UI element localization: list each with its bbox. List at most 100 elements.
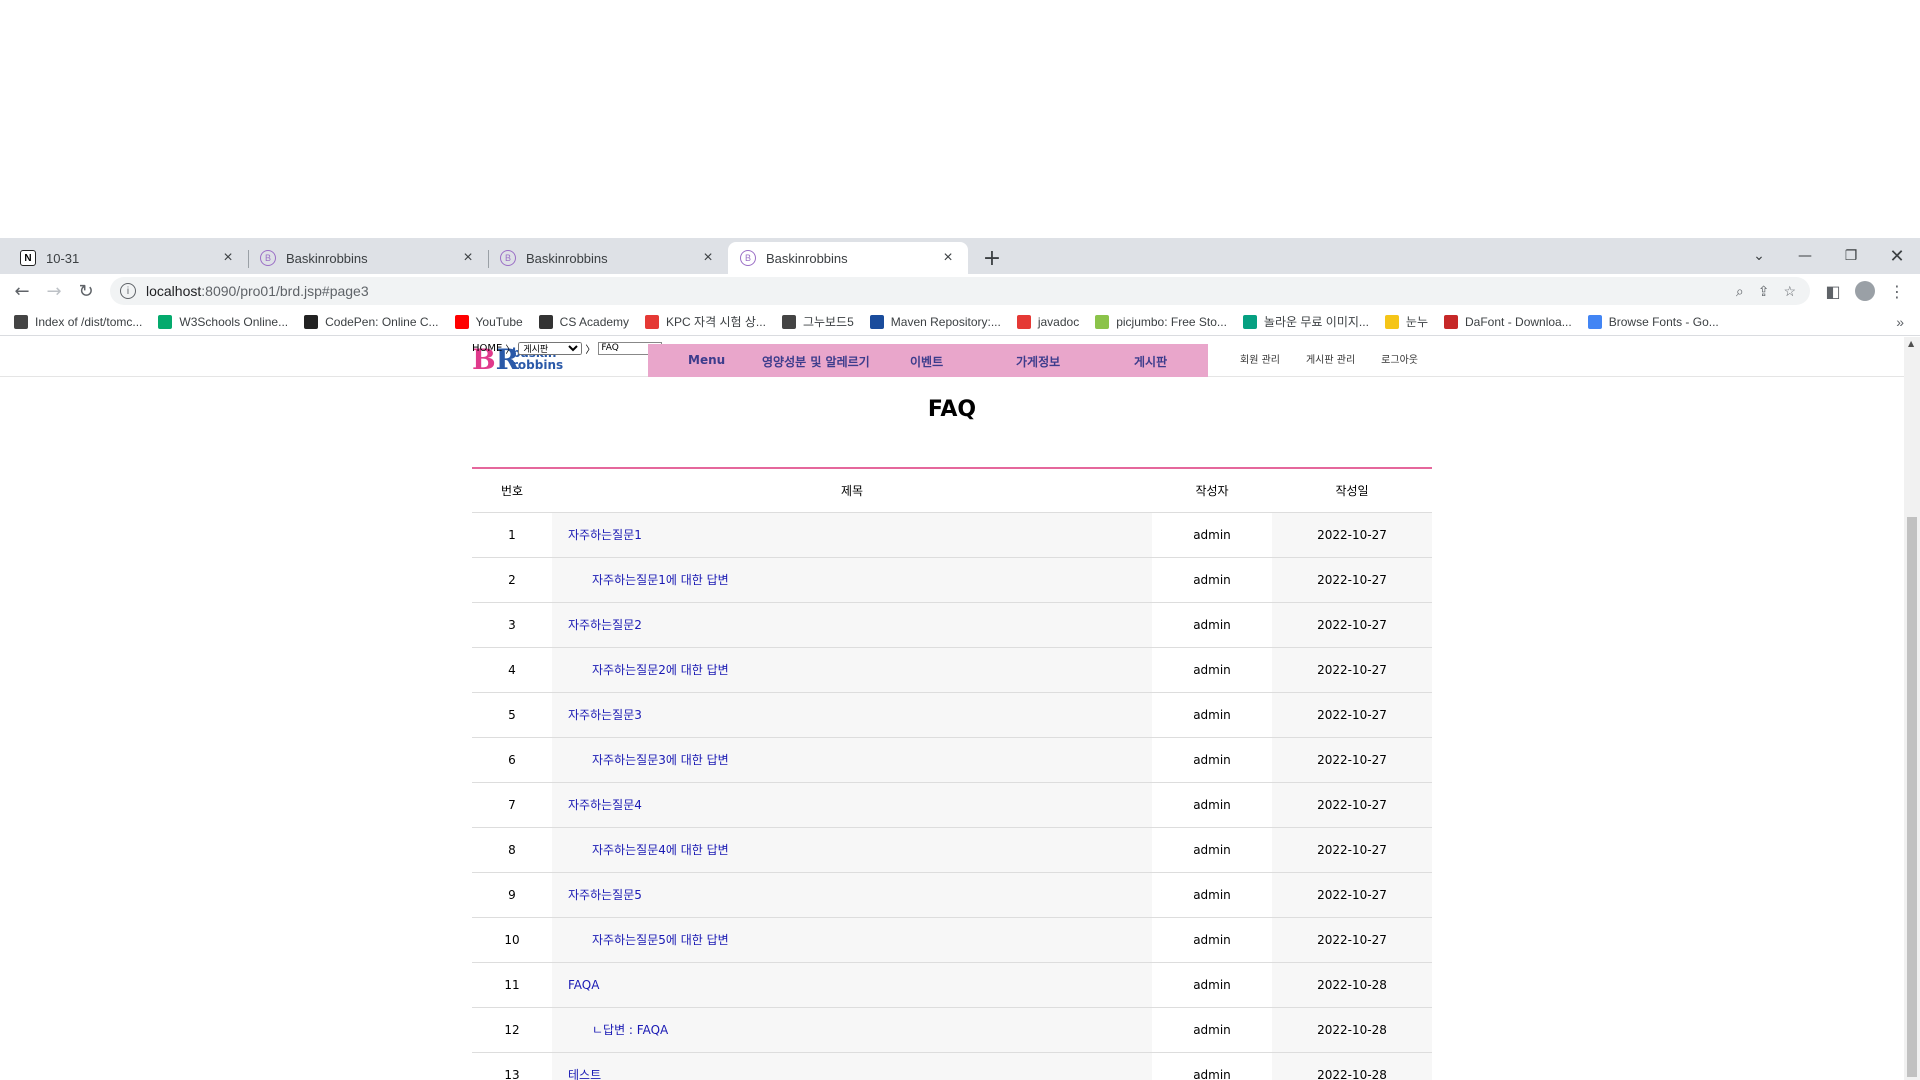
back-icon[interactable]: ← — [8, 278, 36, 304]
tab-3[interactable]: B Baskinrobbins × — [488, 242, 728, 274]
row-title-link[interactable]: 테스트 — [552, 1052, 1152, 1080]
close-icon[interactable]: × — [940, 249, 956, 267]
bookmark-item[interactable]: picjumbo: Free Sto... — [1095, 314, 1227, 329]
row-title-link[interactable]: 자주하는질문2 — [552, 602, 1152, 648]
nav-board[interactable]: 게시판 — [1134, 353, 1167, 370]
bookmark-item[interactable]: W3Schools Online... — [158, 314, 289, 329]
reload-icon[interactable]: ↻ — [72, 278, 100, 304]
bookmark-label: W3Schools Online... — [179, 314, 289, 329]
bookmark-item[interactable]: CodePen: Online C... — [304, 314, 439, 329]
col-date: 작성일 — [1272, 468, 1432, 513]
logout-link[interactable]: 로그아웃 — [1381, 351, 1418, 366]
bookmark-label: 놀라운 무료 이미지... — [1263, 315, 1369, 329]
nav-nutrition[interactable]: 영양성분 및 알레르기 — [762, 353, 870, 370]
bookmark-item[interactable]: DaFont - Downloa... — [1444, 314, 1572, 329]
bookmark-item[interactable]: KPC 자격 시험 상... — [645, 313, 766, 330]
nav-event[interactable]: 이벤트 — [910, 353, 943, 370]
row-writer: admin — [1152, 602, 1272, 648]
globe-icon — [14, 314, 28, 329]
nav-store[interactable]: 가게정보 — [1016, 353, 1060, 370]
cs-academy-icon — [538, 314, 553, 329]
tab-1[interactable]: N 10-31 × — [8, 242, 248, 274]
col-title: 제목 — [552, 468, 1152, 513]
profile-button[interactable] — [1852, 278, 1878, 304]
dafont-icon — [1444, 314, 1459, 329]
table-row: 2 자주하는질문1에 대한 답변 admin 2022-10-27 — [472, 557, 1432, 603]
table-row: 13 테스트 admin 2022-10-28 — [472, 1052, 1432, 1080]
row-date: 2022-10-27 — [1272, 602, 1432, 648]
board-admin-link[interactable]: 게시판 관리 — [1306, 351, 1355, 366]
bookmark-item[interactable]: Maven Repository:... — [869, 314, 1001, 329]
close-window-button[interactable]: ✕ — [1874, 238, 1920, 274]
table-row: 9 자주하는질문5 admin 2022-10-27 — [472, 872, 1432, 918]
row-writer: admin — [1152, 962, 1272, 1008]
bookmark-item[interactable]: 눈누 — [1384, 313, 1428, 330]
row-title-link[interactable]: 자주하는질문3 — [552, 692, 1152, 738]
bookmarks-bar: Index of /dist/tomc... W3Schools Online..… — [0, 308, 1920, 336]
bookmark-label: Browse Fonts - Go... — [1608, 314, 1719, 329]
browser-toolbar: ← → ↻ i localhost:8090/pro01/brd.jsp#pag… — [0, 274, 1920, 308]
main-nav: Menu 영양성분 및 알레르기 이벤트 가게정보 게시판 — [648, 344, 1208, 377]
minimize-button[interactable]: — — [1782, 238, 1828, 274]
row-number: 7 — [472, 782, 552, 828]
scroll-up-icon[interactable]: ▲ — [1908, 339, 1914, 348]
bookmark-label: CS Academy — [559, 314, 630, 329]
row-title-link[interactable]: 자주하는질문1에 대한 답변 — [552, 557, 1152, 603]
close-icon[interactable]: × — [700, 249, 716, 267]
bookmark-item[interactable]: 그누보드5 — [781, 313, 854, 330]
nav-menu[interactable]: Menu — [688, 353, 725, 367]
bookmark-item[interactable]: javadoc — [1016, 314, 1079, 329]
new-tab-button[interactable]: + — [978, 244, 1006, 272]
bookmark-item[interactable]: Index of /dist/tomc... — [14, 314, 142, 329]
zoom-icon[interactable]: ⌕ — [1736, 283, 1744, 300]
bookmark-star-icon[interactable]: ☆ — [1783, 283, 1796, 300]
scrollbar-thumb[interactable] — [1907, 517, 1917, 1077]
table-row: 7 자주하는질문4 admin 2022-10-27 — [472, 782, 1432, 828]
row-writer: admin — [1152, 917, 1272, 963]
bookmarks-overflow-icon[interactable]: » — [1896, 314, 1904, 330]
tab-4-active[interactable]: B Baskinrobbins × — [728, 242, 968, 274]
bookmark-item[interactable]: Browse Fonts - Go... — [1587, 314, 1719, 329]
row-writer: admin — [1152, 1007, 1272, 1053]
breadcrumb-home[interactable]: HOME — [472, 343, 502, 354]
col-writer: 작성자 — [1152, 468, 1272, 513]
sub-nav: 회원 관리 게시판 관리 로그아웃 — [1240, 351, 1418, 366]
bookmark-item[interactable]: YouTube — [454, 314, 523, 329]
address-bar[interactable]: i localhost:8090/pro01/brd.jsp#page3 ⌕ ⇪… — [110, 277, 1810, 305]
baskin-icon: B — [500, 250, 516, 266]
noonnu-icon — [1384, 314, 1399, 329]
row-writer: admin — [1152, 692, 1272, 738]
row-title-link[interactable]: 자주하는질문4 — [552, 782, 1152, 828]
row-title-link[interactable]: 자주하는질문1 — [552, 512, 1152, 558]
member-admin-link[interactable]: 회원 관리 — [1240, 351, 1280, 366]
tab-2[interactable]: B Baskinrobbins × — [248, 242, 488, 274]
close-icon[interactable]: × — [460, 249, 476, 267]
row-number: 11 — [472, 962, 552, 1008]
row-title-link[interactable]: ㄴ답변 : FAQA — [552, 1007, 1152, 1053]
menu-icon[interactable]: ⋮ — [1884, 278, 1910, 304]
row-title-link[interactable]: 자주하는질문5에 대한 답변 — [552, 917, 1152, 963]
forward-icon[interactable]: → — [40, 278, 68, 304]
row-title-link[interactable]: 자주하는질문4에 대한 답변 — [552, 827, 1152, 873]
page-title: FAQ — [927, 397, 977, 422]
row-number: 4 — [472, 647, 552, 693]
row-title-link[interactable]: FAQA — [552, 962, 1152, 1008]
tab-search-icon[interactable]: ⌄ — [1736, 238, 1782, 274]
side-panel-icon[interactable]: ◧ — [1820, 278, 1846, 304]
info-icon[interactable]: i — [120, 283, 136, 299]
table-row: 5 자주하는질문3 admin 2022-10-27 — [472, 692, 1432, 738]
row-title-link[interactable]: 자주하는질문5 — [552, 872, 1152, 918]
row-title-link[interactable]: 자주하는질문2에 대한 답변 — [552, 647, 1152, 693]
bookmark-label: KPC 자격 시험 상... — [666, 315, 766, 329]
bookmark-item[interactable]: 놀라운 무료 이미지... — [1242, 313, 1369, 330]
tab-title: Baskinrobbins — [526, 250, 608, 266]
page-scrollbar[interactable]: ▲ — [1904, 337, 1920, 1080]
row-title-link[interactable]: 자주하는질문3에 대한 답변 — [552, 737, 1152, 783]
breadcrumb-select[interactable]: 게시판 — [518, 342, 583, 355]
chevron-right-icon: 〉 — [505, 345, 516, 356]
google-fonts-icon — [1587, 314, 1602, 329]
restore-button[interactable]: ❐ — [1828, 238, 1874, 274]
close-icon[interactable]: × — [220, 249, 236, 267]
bookmark-item[interactable]: CS Academy — [538, 314, 630, 329]
share-icon[interactable]: ⇪ — [1758, 283, 1770, 300]
